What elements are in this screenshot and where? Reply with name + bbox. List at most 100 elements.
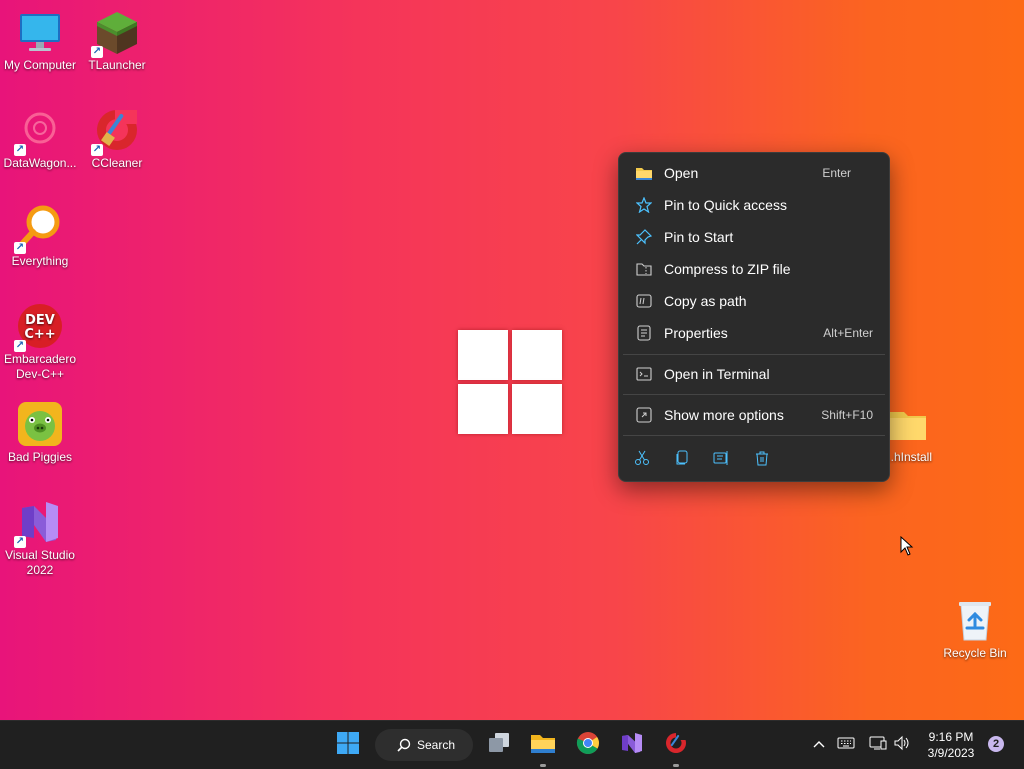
- ccleaner-icon: ↗: [91, 106, 141, 156]
- notification-badge[interactable]: 2: [988, 736, 1004, 752]
- network-icon: [869, 735, 887, 756]
- search-label: Search: [417, 738, 456, 752]
- more-options-icon: [635, 406, 653, 424]
- network-button[interactable]: [866, 733, 890, 757]
- folder-icon: [884, 400, 932, 448]
- menu-item-label: Compress to ZIP file: [664, 261, 791, 277]
- svg-text:C++: C++: [24, 327, 55, 342]
- magnifier-icon: ↗: [14, 204, 64, 254]
- shortcut-arrow-icon: ↗: [91, 144, 103, 156]
- visual-studio-icon: [620, 731, 644, 760]
- windows-logo: [458, 330, 566, 438]
- icon-label: Embarcadero Dev-C++: [3, 352, 77, 381]
- menu-item-open[interactable]: Open Enter: [623, 158, 885, 188]
- clock-date: 3/9/2023: [927, 746, 975, 760]
- menu-item-label: Properties: [664, 325, 728, 341]
- devcpp-icon: DEV C++ ↗: [14, 302, 64, 352]
- mouse-cursor-icon: [900, 535, 914, 561]
- start-button[interactable]: [330, 729, 366, 761]
- desktop-icon-devcpp[interactable]: DEV C++ ↗ Embarcadero Dev-C++: [0, 302, 80, 382]
- menu-item-label: Open in Terminal: [664, 366, 770, 382]
- icon-label: Everything: [11, 254, 69, 268]
- keyboard-icon: [837, 736, 855, 754]
- cut-icon: [634, 450, 650, 469]
- menu-item-compress-zip[interactable]: Compress to ZIP file: [623, 254, 885, 284]
- menu-item-show-more-options[interactable]: Show more options Shift+F10: [623, 400, 885, 430]
- context-menu: Open Enter Pin to Quick access Pin to St…: [618, 152, 890, 482]
- taskbar-chrome[interactable]: [570, 729, 606, 761]
- icon-label: Bad Piggies: [7, 450, 73, 464]
- taskbar-ccleaner[interactable]: [658, 729, 694, 767]
- shortcut-arrow-icon: ↗: [14, 144, 26, 156]
- delete-icon: [754, 450, 770, 469]
- clock-button[interactable]: 9:16 PM 3/9/2023: [918, 729, 984, 761]
- shortcut-arrow-icon: ↗: [14, 242, 26, 254]
- clock-time: 9:16 PM: [928, 730, 974, 744]
- desktop-icon-datawagon[interactable]: ↗ DataWagon...: [0, 106, 80, 171]
- taskbar: Search 9:16 PM 3/9/2023: [0, 720, 1024, 769]
- menu-item-shortcut: Shift+F10: [821, 408, 873, 422]
- menu-item-pin-quick-access[interactable]: Pin to Quick access: [623, 190, 885, 220]
- icon-label: Recycle Bin: [943, 646, 1007, 660]
- running-indicator: [540, 764, 546, 767]
- menu-item-copy-path[interactable]: Copy as path: [623, 286, 885, 316]
- menu-separator: [623, 354, 885, 355]
- shortcut-arrow-icon: ↗: [14, 536, 26, 548]
- zip-icon: [635, 260, 653, 278]
- monitor-icon: [16, 8, 64, 56]
- star-icon: [635, 196, 653, 214]
- desktop-icon-everything[interactable]: ↗ Everything: [0, 204, 80, 269]
- menu-item-properties[interactable]: Properties Alt+Enter: [623, 318, 885, 348]
- volume-button[interactable]: [890, 733, 914, 757]
- menu-item-label: Pin to Quick access: [664, 197, 787, 213]
- task-view-icon: [487, 732, 511, 759]
- menu-item-label: Open: [664, 165, 699, 181]
- menu-item-open-terminal[interactable]: Open in Terminal: [623, 359, 885, 389]
- menu-item-label: Pin to Start: [664, 229, 734, 245]
- desktop-icon-visual-studio[interactable]: ↗ Visual Studio 2022: [0, 498, 80, 578]
- menu-item-label: Copy as path: [664, 293, 747, 309]
- visual-studio-icon: ↗: [14, 498, 64, 548]
- start-icon: [336, 731, 360, 760]
- menu-item-shortcut: Alt+Enter: [823, 326, 873, 340]
- taskbar-search-button[interactable]: Search: [375, 729, 473, 761]
- delete-button[interactable]: [750, 447, 774, 471]
- file-explorer-icon: [530, 732, 556, 759]
- desktop-icon-ccleaner[interactable]: ↗ CCleaner: [77, 106, 157, 171]
- icon-label: CCleaner: [91, 156, 143, 170]
- desktop-icon-recycle-bin[interactable]: Recycle Bin: [935, 596, 1015, 661]
- keyboard-button[interactable]: [834, 733, 858, 757]
- icon-label: Visual Studio 2022: [5, 548, 75, 577]
- pin-icon: [635, 228, 653, 246]
- menu-separator: [623, 394, 885, 395]
- cut-button[interactable]: [630, 447, 654, 471]
- terminal-icon: [635, 365, 653, 383]
- show-hidden-icons-button[interactable]: [807, 733, 831, 757]
- volume-icon: [893, 735, 911, 756]
- icon-label: My Computer: [3, 58, 77, 72]
- task-view-button[interactable]: [481, 729, 517, 761]
- recycle-bin-icon: [951, 596, 999, 644]
- desktop-icon-bad-piggies[interactable]: Bad Piggies: [0, 400, 80, 465]
- menu-item-shortcut: Enter: [822, 166, 851, 180]
- icon-label: TLauncher: [88, 58, 146, 72]
- copy-path-icon: [635, 292, 653, 310]
- shortcut-arrow-icon: ↗: [14, 340, 26, 352]
- taskbar-visual-studio[interactable]: [614, 729, 650, 761]
- menu-item-label: Show more options: [664, 407, 784, 423]
- rename-icon: [713, 450, 731, 469]
- menu-item-pin-start[interactable]: Pin to Start: [623, 222, 885, 252]
- search-icon: [397, 738, 411, 752]
- chevron-up-icon: [812, 736, 826, 754]
- running-indicator: [673, 764, 679, 767]
- rename-button[interactable]: [710, 447, 734, 471]
- desktop-icon-my-computer[interactable]: My Computer: [0, 8, 80, 73]
- taskbar-file-explorer[interactable]: [525, 729, 561, 767]
- ccleaner-icon: [664, 731, 688, 760]
- folder-icon: [635, 164, 653, 182]
- desktop-icon-tlauncher[interactable]: ↗ TLauncher: [77, 8, 157, 73]
- datawagon-icon: ↗: [14, 106, 64, 156]
- pig-icon: [16, 400, 64, 448]
- copy-button[interactable]: [670, 447, 694, 471]
- icon-label: DataWagon...: [3, 156, 77, 170]
